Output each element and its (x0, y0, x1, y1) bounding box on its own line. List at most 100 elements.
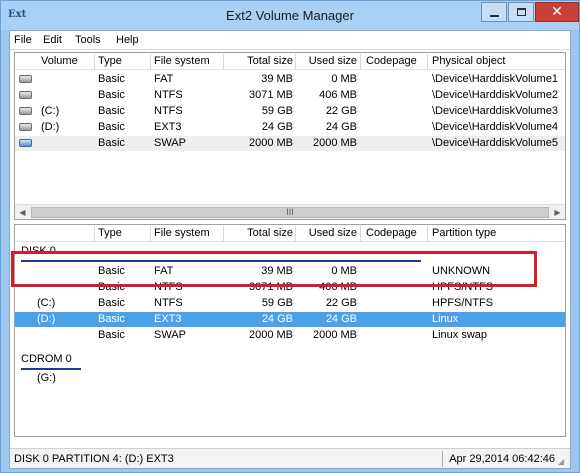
app-window: Ext Ext2 Volume Manager ✕ File Edit Tool… (0, 0, 580, 473)
col-separator[interactable] (150, 226, 151, 241)
partition-fs: NTFS (154, 297, 183, 309)
partition-row[interactable]: (C:) Basic NTFS 59 GB 22 GB HPFS/NTFS (15, 296, 565, 311)
col-used-size[interactable]: Used size (299, 55, 357, 67)
col-codepage[interactable]: Codepage (366, 227, 417, 239)
close-button[interactable]: ✕ (535, 2, 579, 22)
partition-used: 22 GB (325, 297, 357, 309)
volume-physical: \Device\HarddiskVolume5 (432, 137, 558, 149)
volume-used: 0 MB (331, 73, 357, 85)
partition-ptype: UNKNOWN (432, 265, 491, 277)
partition-row-selected[interactable]: (D:) Basic EXT3 24 GB 24 GB Linux (15, 312, 565, 327)
col-separator[interactable] (427, 54, 428, 69)
col-separator[interactable] (360, 226, 361, 241)
volume-total: 39 MB (261, 73, 293, 85)
status-divider (442, 451, 443, 467)
volume-physical: \Device\HarddiskVolume2 (432, 89, 558, 101)
partition-used: 406 MB (319, 281, 357, 293)
col-separator[interactable] (360, 54, 361, 69)
volume-row[interactable]: Basic NTFS 3071 MB 406 MB \Device\Harddi… (15, 88, 565, 103)
partition-fs: NTFS (154, 281, 183, 293)
partition-used: 0 MB (331, 265, 357, 277)
col-separator[interactable] (295, 54, 296, 69)
horizontal-scrollbar[interactable]: ◀ III ▶ (15, 204, 565, 219)
maximize-icon (517, 8, 526, 16)
volume-row[interactable]: (D:) Basic EXT3 24 GB 24 GB \Device\Hard… (15, 120, 565, 135)
cdrom0-divider (21, 368, 81, 370)
col-separator[interactable] (295, 226, 296, 241)
partition-row[interactable]: Basic SWAP 2000 MB 2000 MB Linux swap (15, 328, 565, 343)
drive-icon (19, 91, 32, 99)
partition-type: Basic (98, 329, 125, 341)
col-type[interactable]: Type (98, 227, 122, 239)
partition-total: 39 MB (261, 265, 293, 277)
col-separator[interactable] (223, 226, 224, 241)
col-total-size[interactable]: Total size (227, 227, 293, 239)
partition-total: 59 GB (261, 297, 293, 309)
drive-icon (19, 107, 32, 115)
col-separator[interactable] (94, 54, 95, 69)
volume-used: 2000 MB (312, 137, 357, 149)
col-physical-object[interactable]: Physical object (432, 55, 505, 67)
drive-icon (19, 123, 32, 131)
disk-list[interactable]: Type File system Total size Used size Co… (14, 224, 566, 437)
volume-list-header: Volume Type File system Total size Used … (15, 53, 565, 70)
menu-tools[interactable]: Tools (75, 34, 101, 46)
volume-total: 24 GB (261, 121, 293, 133)
volume-physical: \Device\HarddiskVolume3 (432, 105, 558, 117)
maximize-button[interactable] (508, 2, 534, 22)
col-file-system[interactable]: File system (154, 227, 210, 239)
volume-used: 22 GB (325, 105, 357, 117)
volume-used: 406 MB (319, 89, 357, 101)
volume-type: Basic (98, 89, 125, 101)
partition-row[interactable]: Basic NTFS 3071 MB 406 MB HPFS/NTFS (15, 280, 565, 295)
volume-fs: EXT3 (154, 121, 182, 133)
status-bar: DISK 0 PARTITION 4: (D:) EXT3 Apr 29,201… (10, 448, 570, 468)
col-type[interactable]: Type (98, 55, 122, 67)
volume-list[interactable]: Volume Type File system Total size Used … (14, 52, 566, 220)
col-volume[interactable]: Volume (41, 55, 78, 67)
col-partition-type[interactable]: Partition type (432, 227, 496, 239)
col-file-system[interactable]: File system (154, 55, 210, 67)
col-used-size[interactable]: Used size (299, 227, 357, 239)
partition-used: 24 GB (325, 313, 357, 325)
close-icon: ✕ (551, 4, 563, 20)
scroll-left-icon[interactable]: ◀ (15, 205, 30, 219)
menu-bar: File Edit Tools Help (10, 31, 570, 50)
col-separator[interactable] (94, 226, 95, 241)
minimize-button[interactable] (481, 2, 507, 22)
volume-fs: SWAP (154, 137, 186, 149)
disk0-label[interactable]: DISK 0 (21, 245, 56, 257)
menu-file[interactable]: File (14, 34, 32, 46)
scroll-thumb[interactable]: III (31, 207, 549, 218)
volume-total: 59 GB (261, 105, 293, 117)
partition-used: 2000 MB (312, 329, 357, 341)
volume-fs: NTFS (154, 105, 183, 117)
status-datetime: Apr 29,2014 06:42:46 (449, 453, 555, 465)
menu-help[interactable]: Help (116, 34, 139, 46)
col-separator[interactable] (150, 54, 151, 69)
title-bar[interactable]: Ext Ext2 Volume Manager ✕ (1, 1, 579, 30)
col-total-size[interactable]: Total size (227, 55, 293, 67)
partition-ptype: HPFS/NTFS (432, 297, 494, 309)
partition-total: 3071 MB (248, 281, 293, 293)
partition-type: Basic (98, 313, 125, 325)
col-separator[interactable] (427, 226, 428, 241)
partition-ptype: HPFS/NTFS (432, 281, 494, 293)
volume-row[interactable]: Basic FAT 39 MB 0 MB \Device\HarddiskVol… (15, 72, 565, 87)
cdrom-volume: (G:) (37, 372, 56, 384)
partition-row[interactable]: Basic FAT 39 MB 0 MB UNKNOWN (15, 264, 565, 279)
partition-fs: FAT (154, 265, 174, 277)
cdrom-row[interactable]: (G:) (15, 371, 565, 386)
cdrom0-label[interactable]: CDROM 0 (21, 353, 72, 365)
volume-row[interactable]: (C:) Basic NTFS 59 GB 22 GB \Device\Hard… (15, 104, 565, 119)
volume-total: 2000 MB (248, 137, 293, 149)
resize-grip-icon[interactable]: ◢ (558, 457, 564, 466)
volume-total: 3071 MB (248, 89, 293, 101)
client-area: File Edit Tools Help Volume Type File sy… (9, 30, 571, 469)
scroll-right-icon[interactable]: ▶ (550, 205, 565, 219)
col-codepage[interactable]: Codepage (366, 55, 417, 67)
disk-list-header: Type File system Total size Used size Co… (15, 225, 565, 242)
col-separator[interactable] (223, 54, 224, 69)
menu-edit[interactable]: Edit (43, 34, 62, 46)
volume-row[interactable]: Basic SWAP 2000 MB 2000 MB \Device\Hardd… (15, 136, 565, 151)
